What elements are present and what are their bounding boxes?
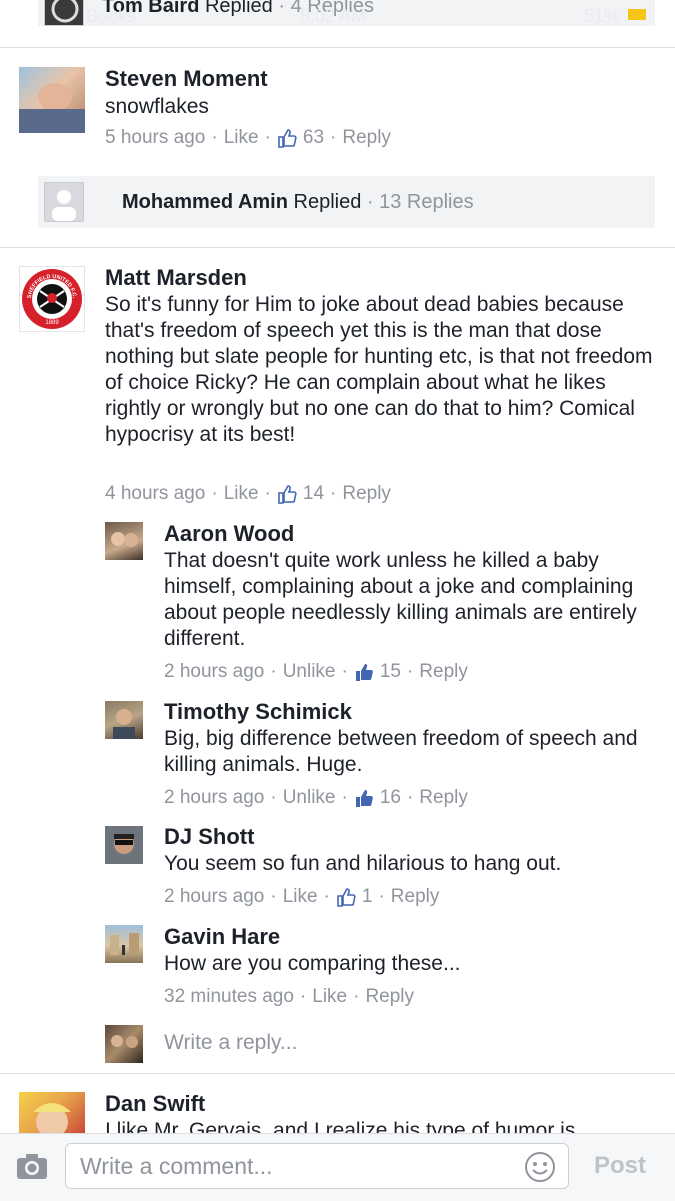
reply-text: How are you comparing these... bbox=[164, 952, 461, 975]
avatar[interactable] bbox=[19, 1092, 85, 1133]
reply-text: You seem so fun and hilarious to hang ou… bbox=[164, 852, 562, 875]
comment-author[interactable]: Dan Swift bbox=[105, 1091, 205, 1117]
reply-count[interactable]: 13 Replies bbox=[379, 191, 474, 213]
like-count: 1 bbox=[361, 886, 373, 907]
comment-composer: Write a comment... Post bbox=[0, 1133, 675, 1201]
thumbs-up-filled-icon bbox=[354, 662, 374, 682]
reply-author[interactable]: Timothy Schimick bbox=[164, 699, 352, 725]
like-button[interactable]: Like bbox=[312, 986, 347, 1008]
default-avatar-icon bbox=[44, 182, 84, 222]
reply-meta: 2 hours ago · Like · 1 · Reply bbox=[164, 886, 440, 908]
like-count: 63 bbox=[302, 127, 325, 148]
comment-text: snowflakes bbox=[105, 95, 209, 118]
divider bbox=[0, 247, 675, 248]
status-bar: Books 8:02 AM 51% bbox=[0, 0, 675, 28]
comment-input[interactable]: Write a comment... bbox=[65, 1143, 569, 1189]
carrier-label: Books bbox=[86, 6, 137, 26]
comment-placeholder: Write a comment... bbox=[80, 1153, 273, 1179]
thumbs-up-icon bbox=[336, 887, 356, 907]
camera-icon[interactable] bbox=[16, 1152, 48, 1185]
comment-meta: 4 hours ago · Like · 14 · Reply bbox=[105, 483, 391, 505]
reply-meta: 32 minutes ago · Like · Reply bbox=[164, 986, 415, 1008]
emoji-icon[interactable] bbox=[524, 1151, 556, 1188]
unlike-button[interactable]: Unlike bbox=[283, 787, 336, 809]
reply-author[interactable]: Aaron Wood bbox=[164, 521, 294, 547]
battery-icon bbox=[628, 9, 646, 20]
battery-percent: 51% bbox=[584, 6, 621, 26]
my-avatar bbox=[105, 1025, 143, 1063]
thumbs-up-filled-icon bbox=[354, 788, 374, 808]
reply-text: Big, big difference between freedom of s… bbox=[164, 727, 638, 776]
timestamp: 2 hours ago bbox=[164, 886, 265, 907]
comment-text: So it's funny for Him to joke about dead… bbox=[105, 293, 653, 446]
avatar[interactable] bbox=[105, 701, 143, 739]
reply-button[interactable]: Reply bbox=[365, 986, 414, 1008]
timestamp: 5 hours ago bbox=[105, 127, 206, 148]
like-count: 15 bbox=[379, 661, 401, 682]
reply-author[interactable]: Gavin Hare bbox=[164, 924, 280, 950]
unlike-button[interactable]: Unlike bbox=[283, 661, 336, 683]
write-reply-input[interactable]: Write a reply... bbox=[164, 1031, 297, 1055]
avatar[interactable]: SHEFFIELD UNITED F.C. 1889 bbox=[19, 266, 85, 332]
reply-author[interactable]: DJ Shott bbox=[164, 824, 254, 850]
like-count: 16 bbox=[379, 787, 401, 808]
replied-label: Replied bbox=[293, 190, 362, 213]
reply-meta: 2 hours ago · Unlike · 16 · Reply bbox=[164, 787, 468, 809]
reply-button[interactable]: Reply bbox=[391, 886, 440, 908]
timestamp: 4 hours ago bbox=[105, 483, 206, 504]
club-crest-icon: SHEFFIELD UNITED F.C. 1889 bbox=[22, 269, 82, 329]
like-button[interactable]: Like bbox=[224, 483, 259, 505]
replies-bar[interactable]: Mohammed Amin Replied · 13 Replies bbox=[38, 176, 655, 228]
timestamp: 2 hours ago bbox=[164, 661, 265, 682]
like-button[interactable]: Like bbox=[283, 886, 318, 908]
thumbs-up-icon bbox=[277, 128, 297, 148]
avatar[interactable] bbox=[105, 925, 143, 963]
avatar[interactable] bbox=[19, 67, 85, 133]
comment-meta: 5 hours ago · Like · 63 · Reply bbox=[105, 127, 391, 149]
reply-meta: 2 hours ago · Unlike · 15 · Reply bbox=[164, 661, 468, 683]
reply-button[interactable]: Reply bbox=[342, 127, 391, 149]
reply-button[interactable]: Reply bbox=[342, 483, 391, 505]
divider bbox=[0, 1073, 675, 1074]
comment-author[interactable]: Steven Moment bbox=[105, 66, 268, 92]
reply-button[interactable]: Reply bbox=[419, 661, 468, 683]
reply-text: That doesn't quite work unless he killed… bbox=[164, 549, 637, 650]
comment-author[interactable]: Matt Marsden bbox=[105, 265, 247, 291]
avatar[interactable] bbox=[105, 522, 143, 560]
crest-year: 1889 bbox=[45, 320, 59, 326]
clock: 8:02 AM bbox=[300, 6, 367, 26]
replier-name[interactable]: Mohammed Amin bbox=[122, 191, 288, 213]
timestamp: 32 minutes ago bbox=[164, 986, 294, 1007]
avatar[interactable] bbox=[105, 826, 143, 864]
thumbs-up-icon bbox=[277, 484, 297, 504]
divider bbox=[0, 47, 675, 48]
like-count: 14 bbox=[302, 483, 325, 504]
post-button[interactable]: Post bbox=[594, 1152, 646, 1180]
reply-button[interactable]: Reply bbox=[419, 787, 468, 809]
timestamp: 2 hours ago bbox=[164, 787, 265, 808]
like-button[interactable]: Like bbox=[224, 127, 259, 149]
